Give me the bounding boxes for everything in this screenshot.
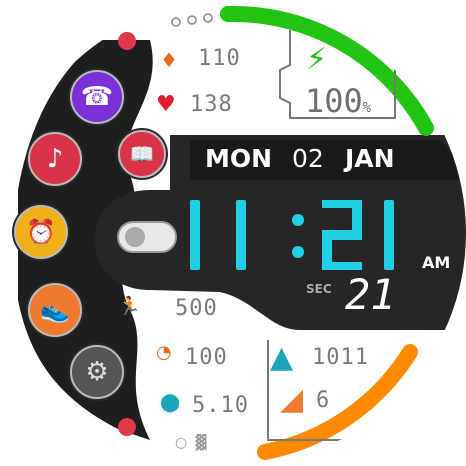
calendar-app-button[interactable]: 📖 (118, 130, 166, 178)
settings-app-button[interactable]: ⚙ (70, 345, 124, 399)
lightning-icon: ⚡ (306, 42, 328, 77)
alarm-app-button[interactable]: ⏰ (14, 205, 68, 259)
runner-icon: 🏃 (118, 296, 141, 317)
flame-icon: ♦ (160, 48, 178, 72)
battery-percent-sign: % (362, 100, 372, 116)
location-icon: ⬤ (160, 392, 181, 413)
watch-face: ☎ ♪ ⏰ 👟 ⚙ 📖 ♦ ♥ 🏃 ◔ ⬤ ⚡ ▲ ◢ 110 138 500 … (0, 0, 466, 466)
heart-icon: ♥ (156, 92, 176, 117)
battery-percent-value: 100 (305, 82, 363, 120)
top-dot (187, 15, 197, 25)
workout-app-button[interactable]: 👟 (28, 283, 82, 337)
steps-value: 500 (175, 296, 218, 321)
battery-percent: 100% (305, 82, 371, 120)
seconds-label: SEC (306, 282, 332, 296)
distance-value: 5.10 (192, 393, 249, 418)
toggle-knob (125, 227, 145, 247)
book-icon: 📖 (129, 142, 155, 166)
month-label: JAN (345, 144, 395, 173)
mountain-icon: ▲ (270, 340, 294, 375)
alarm-clock-icon: ⏰ (26, 218, 56, 246)
weekday-label: MON (205, 144, 273, 173)
heart-rate-value: 138 (190, 92, 233, 117)
gear-icon: ⚙ (85, 357, 109, 387)
phone-app-button[interactable]: ☎ (70, 70, 124, 124)
day-label: 02 (292, 144, 324, 173)
timer-icon: ◔ (156, 342, 172, 363)
music-note-icon: ♪ (46, 144, 64, 174)
bluetooth-icon (118, 32, 136, 50)
top-dot (203, 13, 213, 23)
weather-low-value: 6 (316, 388, 331, 413)
calories-value: 100 (185, 345, 228, 370)
wedge-icon: ◢ (280, 382, 304, 417)
am-pm-label: AM (422, 253, 451, 272)
phone-icon: ☎ (80, 82, 114, 112)
notification-icon (118, 418, 136, 436)
weather-high-value: 1011 (312, 345, 369, 370)
top-dot (171, 17, 181, 27)
heart-value-a: 110 (198, 46, 241, 71)
shoe-icon: 👟 (40, 296, 70, 324)
bottom-dots: ○ ▓ (175, 435, 209, 451)
music-app-button[interactable]: ♪ (28, 132, 82, 186)
